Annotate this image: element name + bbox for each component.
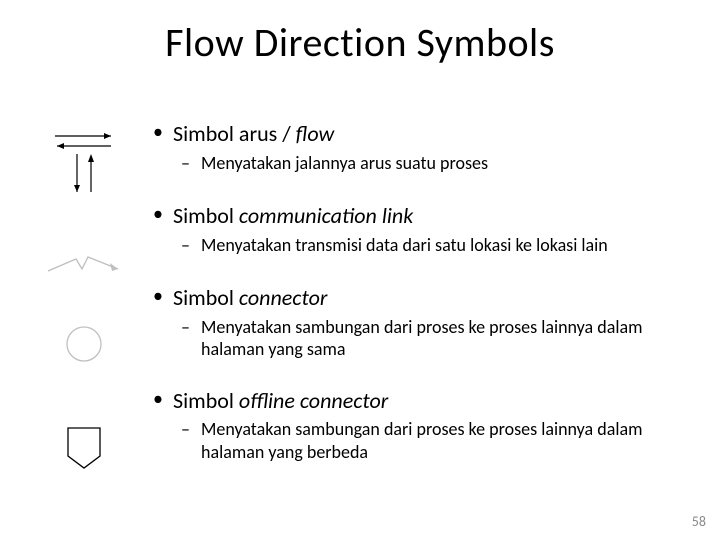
item-heading: Simbol connector	[145, 284, 700, 312]
heading-italic: connector	[239, 284, 327, 311]
item-sub: Menyatakan sambungan dari proses ke pros…	[145, 418, 700, 463]
list-item: Simbol offline connector Menyatakan samb…	[145, 387, 700, 464]
heading-italic: offline connector	[239, 387, 388, 414]
item-sub: Menyatakan transmisi data dari satu loka…	[145, 234, 700, 257]
item-sub: Menyatakan jalannya arus suatu proses	[145, 152, 700, 175]
heading-prefix: Simbol	[173, 284, 239, 311]
list-item: Simbol communication link Menyatakan tra…	[145, 202, 700, 256]
item-sub: Menyatakan sambungan dari proses ke pros…	[145, 316, 700, 361]
offline-connector-icon	[44, 426, 124, 470]
slide: Flow Direction Symbols	[0, 0, 720, 540]
heading-prefix: Simbol	[173, 387, 239, 414]
list-item: Simbol arus / flow Menyatakan jalannya a…	[145, 120, 700, 174]
item-heading: Simbol offline connector	[145, 387, 700, 415]
communication-link-icon	[44, 244, 124, 284]
heading-prefix: Simbol	[173, 202, 239, 229]
connector-circle-icon	[44, 322, 124, 366]
item-heading: Simbol arus / flow	[145, 120, 700, 148]
heading-prefix: Simbol arus /	[173, 120, 296, 147]
flow-arrows-icon	[44, 130, 124, 200]
list-item: Simbol connector Menyatakan sambungan da…	[145, 284, 700, 361]
heading-italic: flow	[296, 120, 335, 147]
page-number: 58	[692, 513, 706, 530]
bullet-list: Simbol arus / flow Menyatakan jalannya a…	[145, 120, 700, 491]
slide-title: Flow Direction Symbols	[0, 18, 720, 67]
heading-italic: communication link	[239, 202, 413, 229]
item-heading: Simbol communication link	[145, 202, 700, 230]
